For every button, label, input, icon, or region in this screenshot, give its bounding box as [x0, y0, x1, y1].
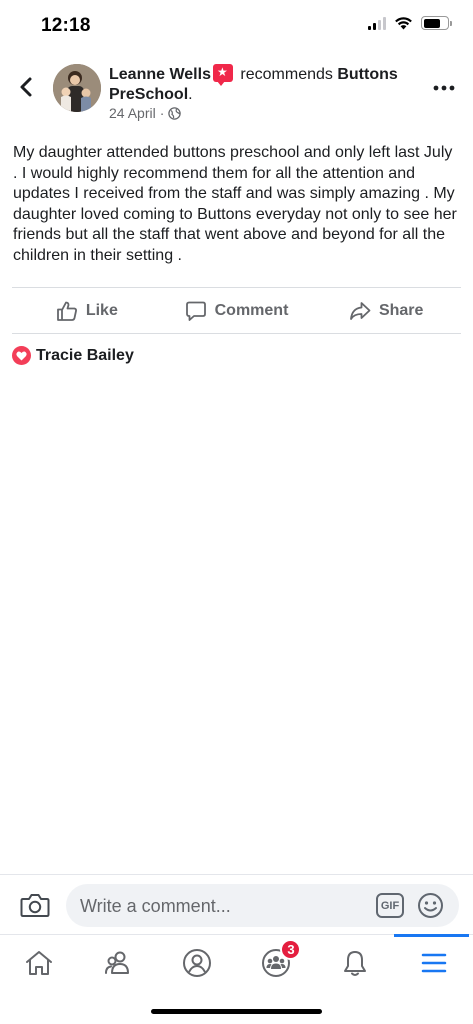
menu-icon [421, 953, 446, 972]
status-bar: 12:18 [0, 0, 473, 50]
nav-menu[interactable] [394, 934, 473, 990]
like-label: Like [85, 301, 118, 319]
comment-label: Comment [214, 301, 289, 319]
love-reaction-icon [12, 346, 31, 365]
comment-placeholder: Write a comment... [80, 896, 231, 916]
back-icon[interactable] [14, 74, 40, 100]
like-icon [56, 301, 77, 321]
camera-icon[interactable] [20, 892, 50, 918]
title-period: . [188, 86, 193, 103]
more-options-icon[interactable] [433, 84, 455, 92]
recommends-text: recommends [235, 66, 338, 83]
globe-icon [168, 106, 182, 120]
status-icons [368, 16, 452, 30]
profile-icon [183, 948, 212, 977]
divider [12, 333, 461, 334]
groups-badge: 3 [280, 939, 302, 960]
signal-icon [368, 16, 386, 30]
post-meta: 24 April · [109, 105, 182, 121]
share-button[interactable]: Share [311, 288, 461, 333]
recommendation-icon [212, 64, 233, 86]
meta-separator: · [159, 105, 165, 121]
home-icon [26, 950, 53, 975]
reactor-name: Tracie Bailey [36, 346, 134, 364]
friends-icon [105, 951, 130, 974]
like-button[interactable]: Like [12, 288, 162, 333]
heart-icon [16, 351, 27, 360]
post-body: My daughter attended buttons preschool a… [13, 144, 457, 264]
wifi-icon [395, 17, 412, 30]
comment-input[interactable]: Write a comment... GIF [66, 884, 459, 927]
comment-button[interactable]: Comment [162, 288, 312, 333]
nav-groups[interactable]: 3 [236, 935, 315, 990]
avatar[interactable] [53, 64, 101, 112]
share-label: Share [378, 301, 424, 319]
gif-button[interactable]: GIF [376, 893, 404, 918]
comment-icon [185, 301, 206, 321]
reactions-summary[interactable]: Tracie Bailey [12, 346, 134, 365]
status-time: 12:18 [41, 15, 91, 36]
author-name[interactable]: Leanne Wells [109, 66, 211, 83]
bottom-nav: 3 [0, 934, 473, 990]
nav-notifications[interactable] [315, 935, 394, 990]
emoji-icon[interactable] [417, 892, 444, 919]
notifications-icon [343, 950, 366, 976]
post-date[interactable]: 24 April [109, 105, 156, 121]
comment-composer: Write a comment... GIF [0, 874, 473, 934]
post-actions: Like Comment Share [12, 288, 461, 333]
battery-icon [421, 16, 452, 30]
home-indicator[interactable] [151, 1009, 322, 1014]
nav-profile[interactable] [158, 935, 237, 990]
share-icon [350, 301, 371, 320]
post-title: Leanne Wells recommends Buttons PreSchoo… [109, 64, 409, 105]
post-header: Leanne Wells recommends Buttons PreSchoo… [0, 58, 473, 128]
nav-home[interactable] [0, 935, 79, 990]
nav-friends[interactable] [79, 935, 158, 990]
